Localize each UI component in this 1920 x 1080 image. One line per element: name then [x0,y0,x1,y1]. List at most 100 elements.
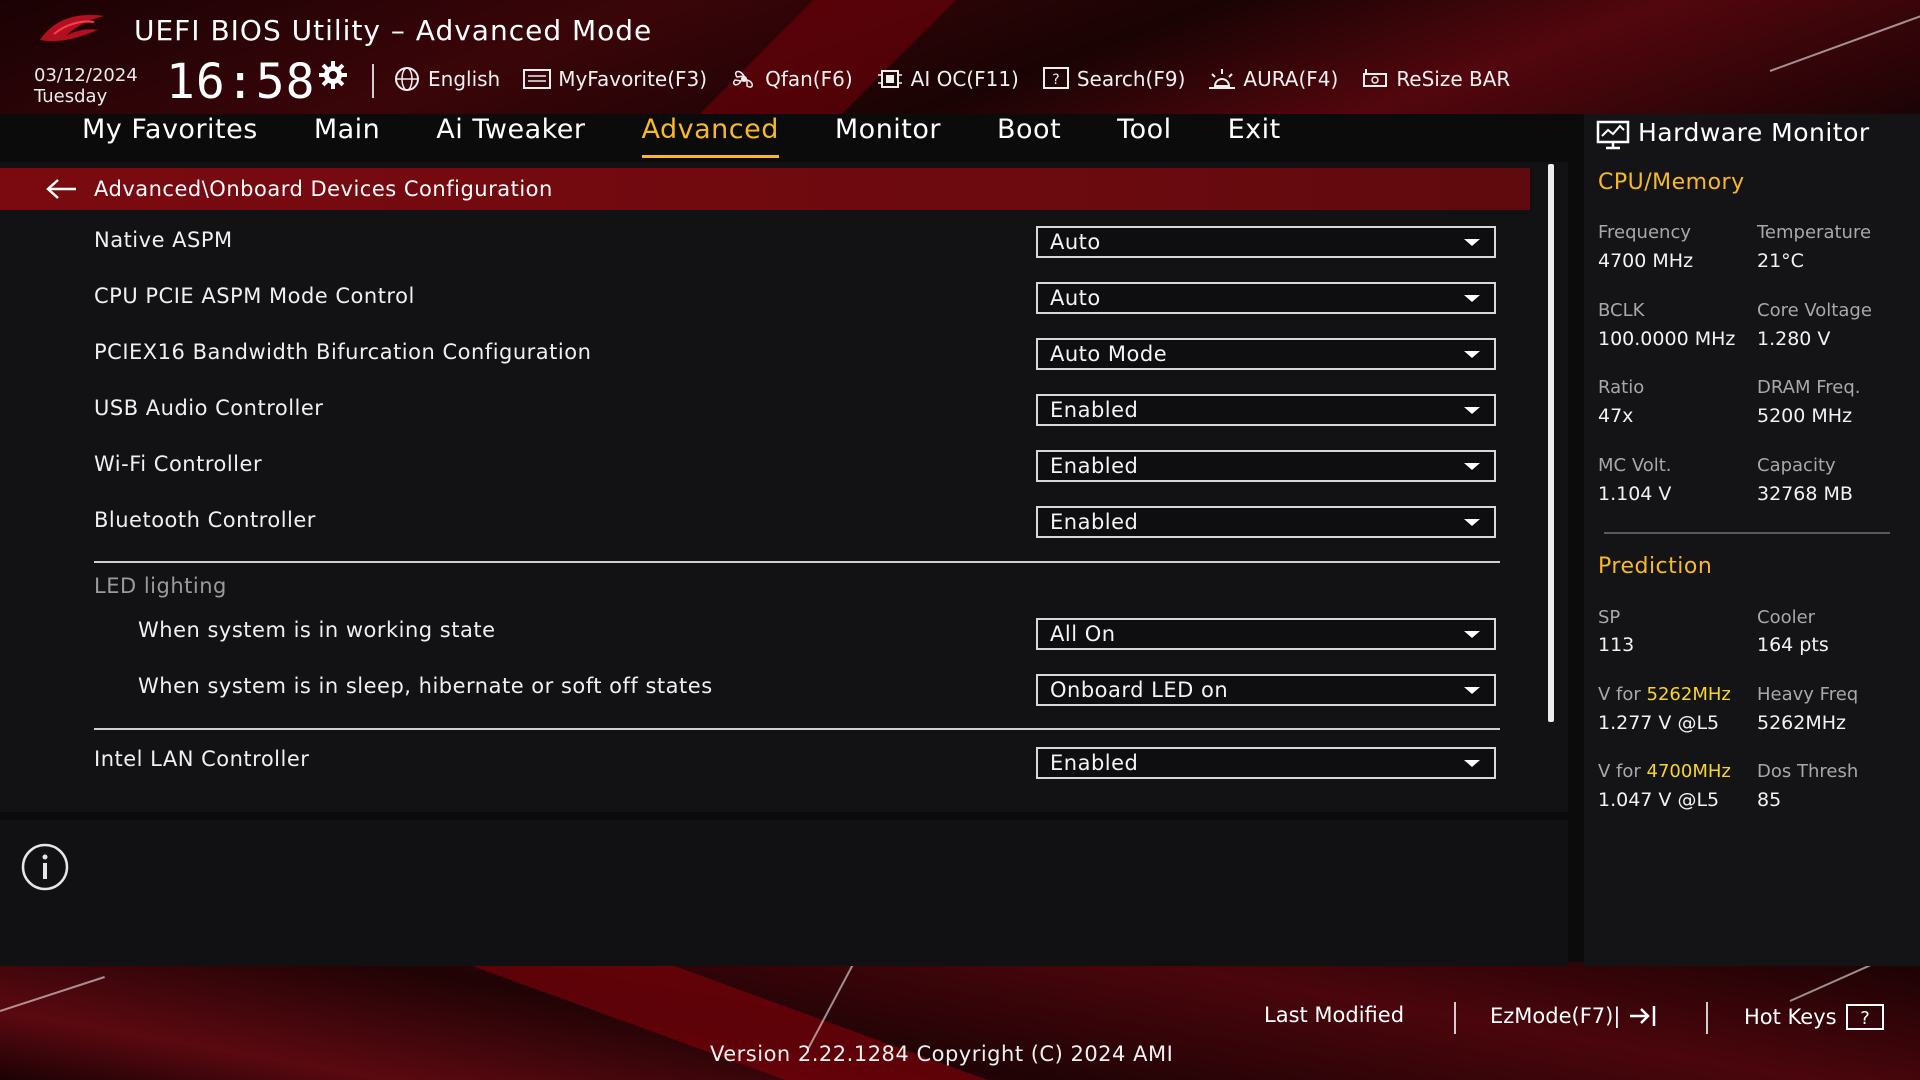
select-value: Auto [1050,286,1101,310]
version-text: Version 2.22.1284 Copyright (C) 2024 AMI [710,1042,1174,1066]
tab-boot[interactable]: Boot [997,114,1061,158]
caret-down-icon [1464,351,1480,358]
monitor-icon [1596,120,1630,150]
info-circle-icon [21,843,69,891]
last-modified-label: Last Modified [1264,1003,1405,1027]
fan-icon [733,70,754,88]
hw-value-heavy-freq: 5262MHz [1757,712,1847,734]
setting-label-pciex16-bifurcation: PCIEX16 Bandwidth Bifurcation Configurat… [94,340,592,364]
select-bluetooth[interactable]: Enabled [1036,506,1496,538]
footer-separator [1454,1002,1456,1034]
select-wifi[interactable]: Enabled [1036,450,1496,482]
hw-value-dram-freq: 5200 MHz [1757,405,1853,427]
hardware-monitor-title: Hardware Monitor [1638,118,1870,147]
select-value: Auto [1050,230,1101,254]
hw-value-dos-thresh: 85 [1757,789,1782,811]
hw-label-core-voltage: Core Voltage [1757,300,1872,321]
aura-button[interactable]: AURA(F4) [1207,66,1338,92]
tab-exit[interactable]: Exit [1228,114,1281,158]
hw-value-temperature: 21°C [1757,250,1804,272]
select-value: Enabled [1050,454,1139,478]
settings-panel [0,162,1568,812]
exit-arrow-icon [1630,1006,1656,1026]
arrow-left-icon[interactable] [44,177,80,201]
rog-logo [40,14,104,42]
help-info-panel [0,820,1568,966]
caret-down-icon [1464,463,1480,470]
hw-v-for-2-freq: 4700MHz [1646,761,1731,782]
hw-label-dos-thresh: Dos Thresh [1757,761,1859,782]
breadcrumb-text: Advanced\Onboard Devices Configuration [94,177,553,201]
hw-label-dram-freq: DRAM Freq. [1757,377,1861,398]
setting-label-bluetooth: Bluetooth Controller [94,508,316,532]
tab-advanced[interactable]: Advanced [641,114,779,158]
myfavorite-label: MyFavorite(F3) [558,67,708,91]
tab-tool[interactable]: Tool [1117,114,1171,158]
hw-value-core-voltage: 1.280 V [1757,328,1831,350]
main-nav: My Favorites Main Ai Tweaker Advanced Mo… [82,114,1281,158]
section-divider [94,561,1500,563]
hw-label-sp: SP [1598,607,1621,628]
hotkeys-button[interactable]: Hot Keys ? [1744,1003,1885,1031]
weekday: Tuesday [34,86,108,107]
language-button[interactable]: English [392,66,500,92]
setting-label-led-sleep: When system is in sleep, hibernate or so… [138,674,713,698]
tab-main[interactable]: Main [314,114,380,158]
date: 03/12/2024 [34,65,138,86]
section-label-led-lighting: LED lighting [94,574,227,598]
hw-value-v-for-1: 1.277 V @L5 [1598,712,1720,734]
select-led-sleep[interactable]: Onboard LED on [1036,674,1496,706]
gear-icon[interactable] [318,60,348,90]
hw-v-for-1-freq: 5262MHz [1646,684,1731,705]
resizebar-button[interactable]: ReSize BAR [1360,66,1510,92]
hw-value-cooler: 164 pts [1757,634,1829,656]
qfan-button[interactable]: Qfan(F6) [729,66,853,92]
question-box-icon: ? [1845,1004,1884,1030]
select-value: Enabled [1050,398,1139,422]
qfan-label: Qfan(F6) [765,67,853,91]
caret-down-icon [1464,687,1480,694]
header-separator [372,64,374,98]
hw-value-ratio: 47x [1598,405,1634,427]
select-native-aspm[interactable]: Auto [1036,226,1496,258]
hw-v-for-prefix: V for [1598,761,1647,782]
hw-value-v-for-2: 1.047 V @L5 [1598,789,1720,811]
resizebar-label: ReSize BAR [1396,67,1511,91]
search-button[interactable]: ? Search(F9) [1041,66,1186,92]
aura-label: AURA(F4) [1243,67,1339,91]
last-modified-button[interactable]: Last Modified [1264,1003,1404,1027]
tab-my-favorites[interactable]: My Favorites [82,114,258,158]
tab-monitor[interactable]: Monitor [835,114,941,158]
select-pciex16-bifurcation[interactable]: Auto Mode [1036,338,1496,370]
select-value: Enabled [1050,751,1139,775]
gpu-icon [1363,69,1388,87]
clock: 16:58 [166,54,316,110]
hotkeys-label: Hot Keys [1744,1005,1837,1029]
myfavorite-button[interactable]: MyFavorite(F3) [522,66,707,92]
hw-label-heavy-freq: Heavy Freq [1757,684,1859,705]
search-label: Search(F9) [1076,67,1186,91]
setting-label-intel-lan: Intel LAN Controller [94,747,310,771]
keyboard-icon [523,69,552,89]
help-box-icon: ? [1042,67,1069,89]
caret-down-icon [1464,295,1480,302]
select-value: All On [1050,622,1116,646]
hw-label-mc-volt: MC Volt. [1598,455,1672,476]
section-divider [94,728,1500,730]
select-intel-lan[interactable]: Enabled [1036,747,1496,779]
breadcrumb: Advanced\Onboard Devices Configuration [0,168,1530,210]
setting-label-led-working: When system is in working state [138,618,496,642]
scrollbar[interactable] [1548,164,1554,722]
app-title: UEFI BIOS Utility – Advanced Mode [134,14,653,47]
select-usb-audio[interactable]: Enabled [1036,394,1496,426]
aioc-button[interactable]: AI OC(F11) [875,66,1019,92]
aioc-label: AI OC(F11) [910,67,1019,91]
select-value: Onboard LED on [1050,678,1229,702]
hw-value-mc-volt: 1.104 V [1598,483,1672,505]
caret-down-icon [1464,519,1480,526]
select-cpu-pcie-aspm[interactable]: Auto [1036,282,1496,314]
tab-ai-tweaker[interactable]: Ai Tweaker [436,114,585,158]
hw-section-cpu-memory: CPU/Memory [1598,170,1745,195]
ezmode-button[interactable]: EzMode(F7)| [1490,1003,1658,1029]
select-led-working[interactable]: All On [1036,618,1496,650]
